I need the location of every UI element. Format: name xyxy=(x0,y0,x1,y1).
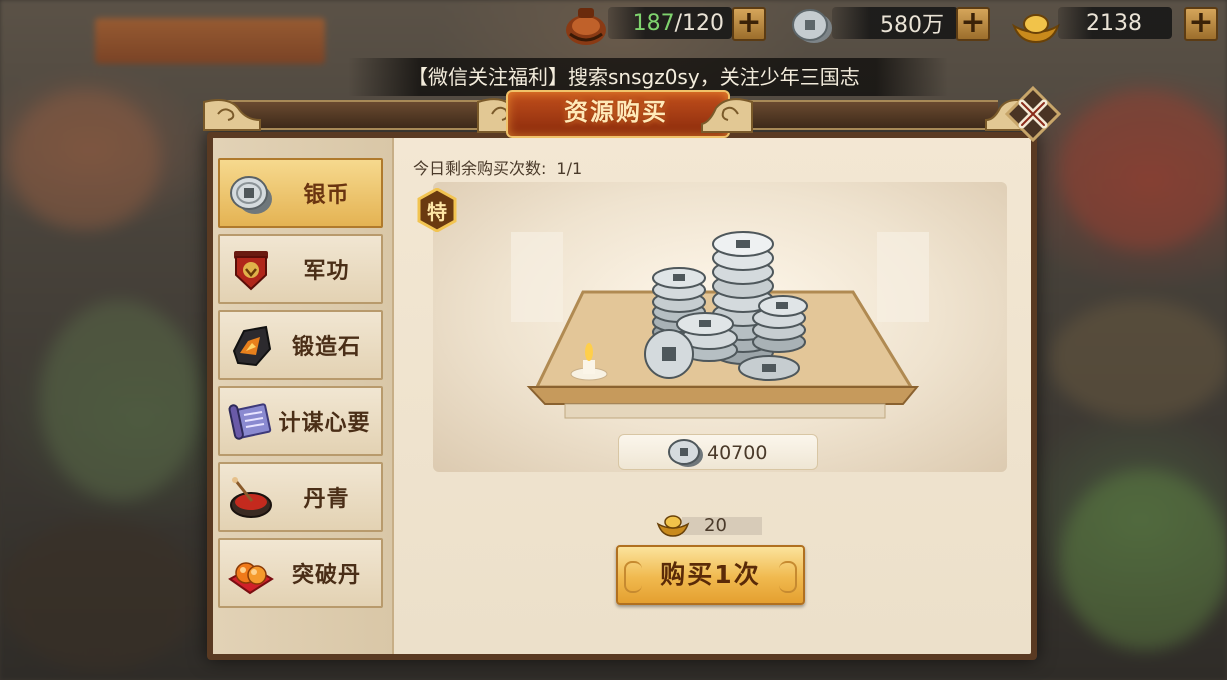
add-gold-button[interactable]: + xyxy=(1184,7,1218,41)
daily-quota: 今日剩余购买次数: 1/1 xyxy=(413,155,582,179)
quota-value: 1/1 xyxy=(556,159,583,178)
add-silver-button[interactable]: + xyxy=(956,7,990,41)
sidebar-item-silver[interactable]: 银币 xyxy=(218,158,383,228)
reward-amount: 40700 xyxy=(618,434,818,470)
stamina-bag-icon xyxy=(566,8,606,45)
stamina-current: 187 xyxy=(632,10,675,36)
buy-once-button[interactable]: 购买1次 xyxy=(616,545,805,605)
add-stamina-button[interactable]: + xyxy=(732,7,766,41)
sidebar-item-military-merit[interactable]: 军功 xyxy=(218,234,383,304)
forging-stone-icon xyxy=(232,325,272,367)
military-merit-icon xyxy=(234,251,268,291)
silver-coin-icon xyxy=(792,9,832,43)
sidebar-item-painting[interactable]: 丹青 xyxy=(218,462,383,532)
stamina-max: /120 xyxy=(674,10,724,36)
sidebar-item-label: 丹青 xyxy=(303,487,350,512)
header-cloud-ornament-center-right xyxy=(701,98,753,133)
paint-bowl-icon xyxy=(230,477,272,518)
cost-value: 20 xyxy=(704,515,727,536)
sidebar-item-label: 军功 xyxy=(303,259,350,284)
stamina-value: 187 /120 xyxy=(608,7,732,39)
silver-value: 580万 xyxy=(832,7,958,39)
dialog-title: 资源购买 xyxy=(564,98,668,126)
silver-coin-icon xyxy=(230,176,272,214)
dialog-header: 资源购买 xyxy=(198,88,1058,138)
silver-coin-icon xyxy=(668,439,703,467)
header-cloud-ornament-left xyxy=(203,99,261,131)
sidebar-item-forging-stone[interactable]: 锻造石 xyxy=(218,310,383,380)
sidebar-item-label: 锻造石 xyxy=(291,335,361,360)
sidebar-item-label: 突破丹 xyxy=(291,563,361,588)
quota-label: 今日剩余购买次数: xyxy=(413,159,547,178)
sidebar-item-breakthrough-pill[interactable]: 突破丹 xyxy=(218,538,383,608)
gold-ingot-icon xyxy=(656,515,690,537)
background-banner xyxy=(95,18,325,64)
reward-amount-value: 40700 xyxy=(707,442,768,464)
silver-coin-pile-illustration xyxy=(511,231,929,419)
stamina-resource: 187 /120 + xyxy=(560,4,770,45)
gold-resource: 2138 + xyxy=(1010,4,1222,44)
sidebar-item-label: 银币 xyxy=(303,183,350,208)
purchase-cost: 20 xyxy=(656,514,762,538)
gold-value: 2138 xyxy=(1058,7,1172,39)
gold-ingot-icon xyxy=(1012,14,1060,44)
breakthrough-pill-icon xyxy=(228,562,274,595)
silver-resource: 580万 + xyxy=(788,4,998,43)
sidebar-item-label: 计谋心要 xyxy=(278,411,371,436)
item-showcase xyxy=(433,182,1007,472)
sidebar-item-strategy[interactable]: 计谋心要 xyxy=(218,386,383,456)
close-icon[interactable] xyxy=(1005,86,1061,142)
special-badge-label: 特 xyxy=(427,200,447,224)
resource-sidebar: 银币 军功 锻造石 计谋心要 丹青 突破丹 xyxy=(213,138,394,654)
